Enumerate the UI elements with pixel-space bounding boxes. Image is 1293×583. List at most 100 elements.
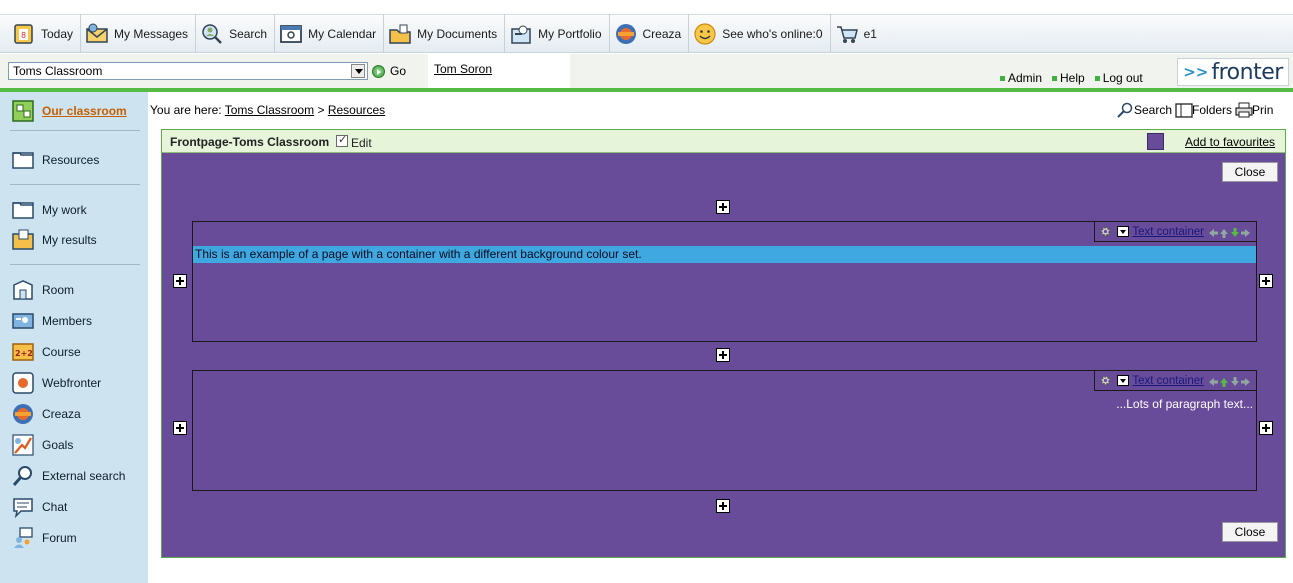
classroom-select[interactable]: Toms Classroom [8, 62, 368, 80]
chevron-down-icon[interactable] [351, 64, 365, 78]
sidebar-item-resources[interactable]: Resources [12, 148, 144, 172]
arrow-up-icon[interactable] [1219, 227, 1229, 238]
container-menu-dropdown[interactable] [1117, 226, 1130, 237]
page-search-button[interactable]: Search [1117, 102, 1172, 118]
logout-link[interactable]: Log out [1094, 71, 1143, 85]
toolbar-creaza[interactable]: Creaza [610, 14, 690, 53]
print-label: Prin [1252, 103, 1274, 117]
container-type-link[interactable]: Text container [1132, 375, 1204, 387]
go-arrow-icon [372, 64, 385, 78]
toolbar-cart[interactable]: e1 [831, 14, 884, 53]
sidebar-item-webfronter[interactable]: Webfronter [12, 371, 144, 395]
chat-icon [12, 496, 34, 519]
results-folder-icon [12, 229, 34, 251]
top-links: Admin Help Log out [1000, 71, 1153, 85]
sidebar-item-forum[interactable]: Forum [12, 526, 144, 550]
sidebar-item-room[interactable]: Room [12, 278, 144, 302]
sidebar-item-my-results[interactable]: My results [12, 228, 144, 252]
logout-label: Log out [1102, 71, 1143, 85]
folder-icon [12, 149, 34, 171]
sidebar-item-label: Creaza [42, 407, 81, 421]
webfronter-icon [12, 372, 34, 394]
toolbar-today[interactable]: 8 Today [8, 14, 82, 53]
sidebar-item-label: Forum [42, 531, 77, 545]
room-icon [12, 279, 34, 301]
arrow-up-icon[interactable] [1219, 376, 1229, 387]
breadcrumb: You are here: Toms Classroom > Resources [150, 103, 385, 117]
sidebar-item-course[interactable]: 2+2 Course [12, 340, 144, 364]
sidebar-item-my-work[interactable]: My work [12, 198, 144, 222]
logo-arrows: >> [1183, 63, 1209, 81]
background-color-swatch[interactable] [1147, 133, 1164, 150]
container-type-link[interactable]: Text container [1132, 226, 1204, 238]
container-menu-dropdown[interactable] [1117, 375, 1130, 386]
page-title: Frontpage-Toms Classroom [170, 135, 330, 149]
toolbar-who-online[interactable]: See who's online:0 [689, 14, 831, 53]
text-container-1: Text container This is an example of a p… [192, 221, 1257, 342]
toolbar-my-messages[interactable]: My Messages [81, 14, 197, 53]
add-row-below-icon[interactable] [716, 499, 730, 513]
toolbar-my-documents[interactable]: My Documents [384, 14, 506, 53]
sidebar-item-label: Members [42, 314, 93, 328]
arrow-right-icon[interactable] [1241, 227, 1251, 237]
sidebar-item-label: Room [42, 283, 75, 297]
goals-icon [12, 434, 34, 456]
sidebar-item-creaza[interactable]: Creaza [12, 402, 144, 426]
sidebar-item-label: Course [42, 345, 81, 359]
forum-icon [12, 527, 34, 549]
arrow-left-icon[interactable] [1208, 227, 1218, 237]
gear-icon[interactable] [1099, 374, 1112, 387]
add-row-above-icon[interactable] [716, 200, 730, 214]
breadcrumb-link-classroom[interactable]: Toms Classroom [225, 103, 314, 117]
arrow-down-icon[interactable] [1230, 227, 1240, 237]
sidebar-item-our-classroom[interactable]: Our classroom [0, 94, 148, 128]
accent-divider [0, 88, 1293, 92]
sidebar-item-members[interactable]: Members [12, 309, 144, 333]
folder-icon [12, 199, 34, 221]
sidebar-item-label: Our classroom [42, 104, 127, 118]
add-column-right-icon[interactable] [1259, 274, 1273, 288]
close-button-top[interactable]: Close [1222, 162, 1278, 182]
container-text[interactable]: ...Lots of paragraph text... [1116, 397, 1253, 411]
add-row-between-icon[interactable] [716, 348, 730, 362]
page-header: Frontpage-Toms Classroom Edit Add to fav… [162, 130, 1285, 153]
go-label: Go [390, 64, 407, 78]
add-column-right-icon[interactable] [1259, 421, 1273, 435]
user-name-link[interactable]: Tom Soron [434, 62, 492, 76]
page-folders-button[interactable]: Folders [1175, 102, 1232, 118]
breadcrumb-separator: > [317, 103, 325, 117]
arrow-down-icon[interactable] [1230, 376, 1240, 386]
arrow-left-icon[interactable] [1208, 376, 1218, 386]
add-column-left-icon[interactable] [173, 421, 187, 435]
container-toolbar: Text container [1094, 371, 1256, 391]
toolbar-my-calendar[interactable]: My Calendar [275, 14, 385, 53]
classroom-icon [12, 100, 34, 122]
container-text[interactable]: This is an example of a page with a cont… [193, 246, 1256, 263]
sidebar-item-goals[interactable]: Goals [12, 433, 144, 457]
creaza-icon [12, 403, 34, 425]
breadcrumb-link-resources[interactable]: Resources [328, 103, 385, 117]
page-actions: Search Folders Prin [1117, 102, 1276, 118]
sidebar-item-chat[interactable]: Chat [12, 495, 144, 519]
sidebar-item-external-search[interactable]: External search [12, 464, 144, 488]
help-link[interactable]: Help [1052, 71, 1085, 85]
close-button-bottom[interactable]: Close [1222, 522, 1278, 542]
arrow-right-icon[interactable] [1241, 376, 1251, 386]
folders-icon [1175, 102, 1193, 118]
sidebar-item-label: External search [42, 469, 126, 483]
cart-icon [835, 23, 859, 45]
envelope-icon [85, 23, 109, 45]
add-column-left-icon[interactable] [173, 274, 187, 288]
edit-checkbox[interactable] [336, 133, 348, 147]
gear-icon[interactable] [1099, 225, 1112, 238]
toolbar-search[interactable]: Search [196, 14, 276, 53]
edit-label: Edit [351, 136, 372, 150]
search-people-icon [200, 23, 224, 45]
go-button[interactable]: Go [372, 62, 422, 80]
toolbar-my-portfolio[interactable]: My Portfolio [505, 14, 610, 53]
admin-link[interactable]: Admin [1000, 71, 1042, 85]
sidebar-divider [10, 130, 140, 131]
page-print-button[interactable]: Prin [1235, 102, 1273, 118]
admin-label: Admin [1008, 71, 1043, 85]
add-to-favourites-link[interactable]: Add to favourites [1185, 135, 1275, 149]
